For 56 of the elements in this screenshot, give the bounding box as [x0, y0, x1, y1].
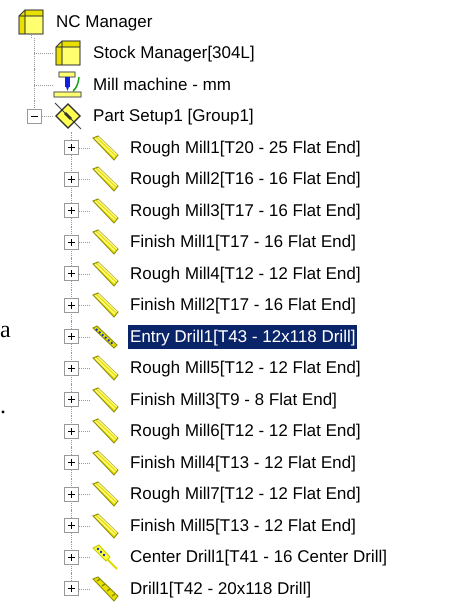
- end-mill-icon: [90, 134, 120, 161]
- tree-item[interactable]: Rough Mill6[T12 - 12 Flat End]: [128, 419, 363, 444]
- text-fragment: a: [0, 318, 12, 342]
- end-mill-icon: [90, 450, 120, 476]
- tree-item[interactable]: Rough Mill5[T12 - 12 Flat End]: [128, 356, 363, 380]
- end-mill-icon: [90, 386, 120, 413]
- end-mill-icon: [90, 260, 120, 287]
- tree-item[interactable]: Entry Drill1[T43 - 12x118 Drill]: [128, 324, 358, 349]
- twist-drill-icon: [90, 576, 120, 602]
- center-drill-icon: [90, 544, 120, 570]
- tree-item[interactable]: Center Drill1[T41 - 16 Center Drill]: [128, 545, 389, 570]
- end-mill-icon: [90, 166, 120, 192]
- tree-item[interactable]: Finish Mill4[T13 - 12 Flat End]: [128, 450, 358, 475]
- expand-icon[interactable]: [64, 329, 79, 344]
- tree-item[interactable]: NC Manager: [54, 10, 154, 34]
- tree-item[interactable]: Stock Manager[304L]: [91, 41, 257, 66]
- tree-item[interactable]: Rough Mill3[T17 - 16 Flat End]: [128, 198, 363, 223]
- tree-item[interactable]: Rough Mill2[T16 - 16 Flat End]: [128, 167, 363, 192]
- expand-icon[interactable]: [64, 266, 79, 282]
- expand-icon[interactable]: [64, 234, 79, 250]
- end-mill-icon: [90, 512, 120, 539]
- expand-icon[interactable]: [64, 172, 79, 187]
- expand-icon[interactable]: [64, 455, 79, 470]
- end-mill-icon: [90, 355, 120, 382]
- expand-icon[interactable]: [64, 550, 79, 565]
- expand-icon[interactable]: [64, 486, 79, 502]
- tree-item[interactable]: Finish Mill3[T9 - 8 Flat End]: [128, 388, 339, 412]
- collapse-icon[interactable]: [27, 108, 42, 124]
- expand-icon[interactable]: [64, 298, 79, 313]
- cube-icon: [17, 8, 45, 36]
- tree-item[interactable]: Drill1[T42 - 20x118 Drill]: [128, 576, 314, 601]
- diamond-icon: [53, 101, 83, 132]
- expand-icon[interactable]: [64, 203, 79, 218]
- end-mill-icon: [90, 229, 120, 256]
- end-mill-icon: [90, 292, 120, 318]
- expand-icon[interactable]: [64, 581, 79, 596]
- tree-item[interactable]: Rough Mill1[T20 - 25 Flat End]: [128, 136, 363, 160]
- tree-item[interactable]: Rough Mill7[T12 - 12 Flat End]: [128, 482, 363, 506]
- tree-item[interactable]: Part Setup1 [Group1]: [91, 104, 256, 128]
- tree-item[interactable]: Mill machine - mm: [91, 72, 233, 97]
- expand-icon[interactable]: [64, 360, 79, 376]
- end-mill-icon: [90, 481, 120, 508]
- end-mill-icon: [90, 418, 120, 444]
- expand-icon[interactable]: [64, 392, 79, 408]
- tree-item[interactable]: Finish Mill5[T13 - 12 Flat End]: [128, 514, 358, 538]
- expand-icon[interactable]: [64, 140, 79, 156]
- expand-icon[interactable]: [64, 518, 79, 534]
- expand-icon[interactable]: [64, 424, 79, 439]
- cube-icon: [54, 39, 82, 68]
- machine-icon: [53, 70, 83, 99]
- drill-icon: [90, 324, 120, 350]
- text-fragment: .: [0, 394, 7, 418]
- tree-item[interactable]: Finish Mill1[T17 - 16 Flat End]: [128, 230, 358, 254]
- tree-item[interactable]: Finish Mill2[T17 - 16 Flat End]: [128, 293, 358, 318]
- tree-item[interactable]: Rough Mill4[T12 - 12 Flat End]: [128, 262, 363, 286]
- end-mill-icon: [90, 198, 120, 224]
